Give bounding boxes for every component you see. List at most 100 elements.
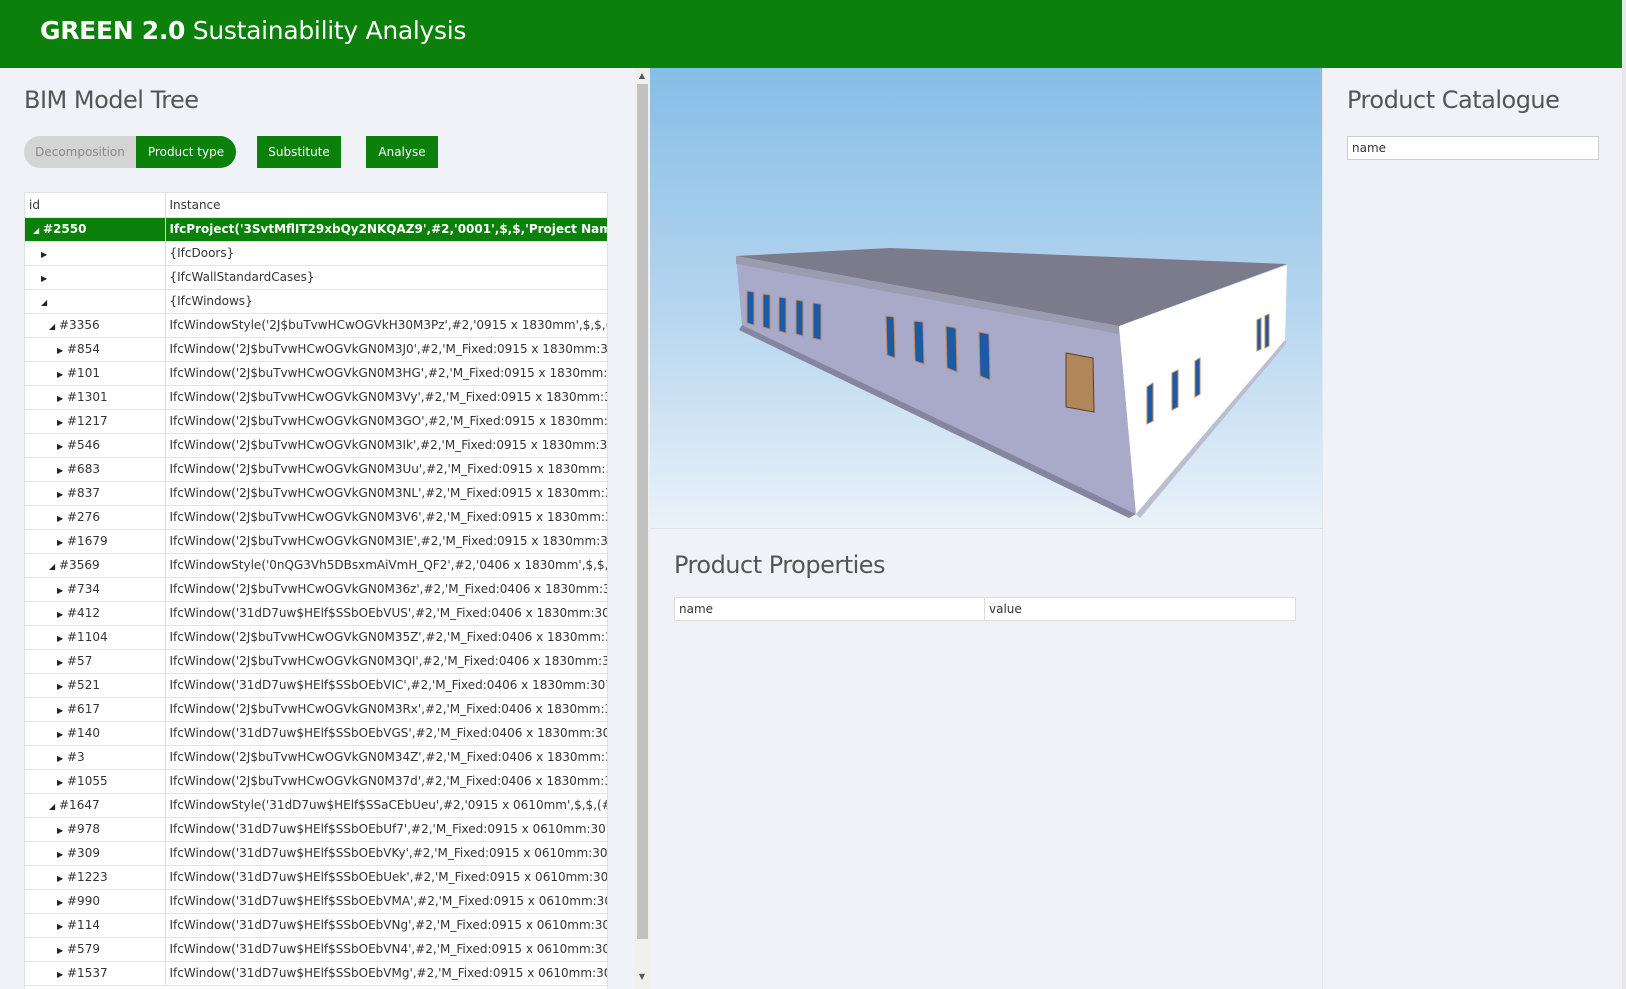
tree-row-id: #1647 xyxy=(59,798,100,812)
triangle-right-icon[interactable]: ▶ xyxy=(57,466,67,475)
triangle-right-icon[interactable]: ▶ xyxy=(57,418,67,427)
brand-name: GREEN 2.0 xyxy=(40,16,186,45)
tree-row-id-cell: ▶ #734 xyxy=(25,577,166,602)
tree-row-instance: IfcProject('3SvtMflIT29xbQy2NKQAZ9',#2,'… xyxy=(165,217,607,242)
tree-row-id-cell: ▶ #1104 xyxy=(25,625,166,650)
tree-row[interactable]: ▶ #990 IfcWindow('31dD7uw$HElf$SSbOEbVMA',… xyxy=(25,889,607,914)
triangle-right-icon[interactable]: ▶ xyxy=(57,538,67,547)
triangle-right-icon[interactable]: ▶ xyxy=(57,898,67,907)
tree-row[interactable]: ▶ #57 IfcWindow('2J$buTvwHCwOGVkGN0M3QI',#… xyxy=(25,649,607,674)
scroll-down-icon[interactable]: ▼ xyxy=(637,972,647,981)
tree-row[interactable]: ▶ {IfcDoors} xyxy=(25,241,607,266)
catalogue-name-field[interactable]: name xyxy=(1347,136,1599,160)
tree-row[interactable]: ◢ #3356 IfcWindowStyle('2J$buTvwHCwOGVkH30… xyxy=(25,313,607,338)
tree-row-id: #683 xyxy=(67,462,100,476)
triangle-right-icon[interactable]: ▶ xyxy=(57,346,67,355)
tree-scrollbar[interactable]: ▲ ▼ xyxy=(634,68,650,989)
tree-row[interactable]: ▶ #412 IfcWindow('31dD7uw$HElf$SSbOEbVUS',… xyxy=(25,601,607,626)
triangle-right-icon[interactable]: ▶ xyxy=(57,706,67,715)
triangle-right-icon[interactable]: ▶ xyxy=(57,730,67,739)
tree-row[interactable]: ▶ #1301 IfcWindow('2J$buTvwHCwOGVkGN0M3Vy'… xyxy=(25,385,607,410)
tree-row[interactable]: ▶ #734 IfcWindow('2J$buTvwHCwOGVkGN0M36z',… xyxy=(25,577,607,602)
tree-row[interactable]: ▶ #854 IfcWindow('2J$buTvwHCwOGVkGN0M3J0',… xyxy=(25,337,607,362)
tree-row[interactable]: ▶ #3 IfcWindow('2J$buTvwHCwOGVkGN0M34Z',#2… xyxy=(25,745,607,770)
tree-row[interactable]: ▶ #978 IfcWindow('31dD7uw$HElf$SSbOEbUf7',… xyxy=(25,817,607,842)
triangle-down-icon[interactable]: ◢ xyxy=(49,802,59,811)
triangle-right-icon[interactable]: ▶ xyxy=(57,490,67,499)
tree-row-id-cell: ▶ #114 xyxy=(25,913,166,938)
triangle-right-icon[interactable]: ▶ xyxy=(57,970,67,979)
triangle-right-icon[interactable]: ▶ xyxy=(57,634,67,643)
triangle-right-icon[interactable]: ▶ xyxy=(57,370,67,379)
triangle-down-icon[interactable]: ◢ xyxy=(33,226,43,235)
triangle-right-icon[interactable]: ▶ xyxy=(57,850,67,859)
tree-row[interactable]: ▶ #617 IfcWindow('2J$buTvwHCwOGVkGN0M3Rx',… xyxy=(25,697,607,722)
tree-row[interactable]: ◢ #1647 IfcWindowStyle('31dD7uw$HElf$SSaCE… xyxy=(25,793,607,818)
tree-row-instance: IfcWindow('31dD7uw$HElf$SSbOEbVGS',#2,'M… xyxy=(165,721,607,746)
triangle-right-icon[interactable]: ▶ xyxy=(57,442,67,451)
triangle-right-icon[interactable]: ▶ xyxy=(57,754,67,763)
triangle-down-icon[interactable]: ◢ xyxy=(49,562,59,571)
triangle-right-icon[interactable]: ▶ xyxy=(57,610,67,619)
table-header: id Instance xyxy=(25,193,607,218)
tree-row-id-cell: ▶ #837 xyxy=(25,481,166,506)
triangle-right-icon[interactable]: ▶ xyxy=(57,514,67,523)
tree-row-instance: IfcWindow('2J$buTvwHCwOGVkGN0M35Z',#2,'M… xyxy=(165,625,607,650)
triangle-right-icon[interactable]: ▶ xyxy=(57,586,67,595)
app-header: GREEN 2.0 Sustainability Analysis xyxy=(0,0,1622,68)
triangle-down-icon[interactable]: ◢ xyxy=(49,322,59,331)
tree-row-instance: IfcWindow('2J$buTvwHCwOGVkGN0M3V6',#2,'M… xyxy=(165,505,607,530)
triangle-right-icon[interactable]: ▶ xyxy=(41,250,51,259)
tree-row[interactable]: ▶ #837 IfcWindow('2J$buTvwHCwOGVkGN0M3NL',… xyxy=(25,481,607,506)
tree-row-id-cell: ▶ #276 xyxy=(25,505,166,530)
triangle-right-icon[interactable]: ▶ xyxy=(41,274,51,283)
tree-row-id: #101 xyxy=(67,366,100,380)
tree-row-instance: {IfcDoors} xyxy=(165,241,607,266)
tree-row-instance: IfcWindow('31dD7uw$HElf$SSbOEbVNg',#2,'M… xyxy=(165,913,607,938)
tree-row-id-cell: ◢ #2550 xyxy=(25,217,166,242)
scroll-up-icon[interactable]: ▲ xyxy=(637,71,647,80)
analyse-button[interactable]: Analyse xyxy=(366,136,438,168)
tree-row-id-cell: ▶ xyxy=(25,241,166,266)
tree-row[interactable]: ▶ #1055 IfcWindow('2J$buTvwHCwOGVkGN0M37d'… xyxy=(25,769,607,794)
tree-row[interactable]: ▶ #114 IfcWindow('31dD7uw$HElf$SSbOEbVNg',… xyxy=(25,913,607,938)
tree-row[interactable]: ▶ #1679 IfcWindow('2J$buTvwHCwOGVkGN0M3IE'… xyxy=(25,529,607,554)
tree-row[interactable]: ▶ #309 IfcWindow('31dD7uw$HElf$SSbOEbVKy',… xyxy=(25,841,607,866)
tree-row[interactable]: ▶ #1223 IfcWindow('31dD7uw$HElf$SSbOEbUek'… xyxy=(25,865,607,890)
tree-row-instance: IfcWindow('31dD7uw$HElf$SSbOEbVKy',#2,'M… xyxy=(165,841,607,866)
tree-row[interactable]: ▶ #579 IfcWindow('31dD7uw$HElf$SSbOEbVN4',… xyxy=(25,937,607,962)
triangle-right-icon[interactable]: ▶ xyxy=(57,874,67,883)
tree-row[interactable]: ▶ #683 IfcWindow('2J$buTvwHCwOGVkGN0M3Uu',… xyxy=(25,457,607,482)
triangle-right-icon[interactable]: ▶ xyxy=(57,922,67,931)
scroll-thumb[interactable] xyxy=(637,84,648,939)
tree-row[interactable]: ◢ #2550 IfcProject('3SvtMflIT29xbQy2NKQAZ9… xyxy=(25,217,607,242)
triangle-right-icon[interactable]: ▶ xyxy=(57,826,67,835)
tree-row[interactable]: ▶ #101 IfcWindow('2J$buTvwHCwOGVkGN0M3HG',… xyxy=(25,361,607,386)
panel-title: Product Catalogue xyxy=(1347,86,1560,114)
tree-row[interactable]: ▶ #1104 IfcWindow('2J$buTvwHCwOGVkGN0M35Z'… xyxy=(25,625,607,650)
triangle-right-icon[interactable]: ▶ xyxy=(57,682,67,691)
tree-row-id: #521 xyxy=(67,678,100,692)
tree-row-id-cell: ◢ #1647 xyxy=(25,793,166,818)
triangle-right-icon[interactable]: ▶ xyxy=(57,394,67,403)
3d-model-viewer[interactable] xyxy=(650,68,1322,528)
tree-row[interactable]: ▶ {IfcWallStandardCases} xyxy=(25,265,607,290)
triangle-down-icon[interactable]: ◢ xyxy=(41,298,51,307)
decomposition-button[interactable]: Decomposition xyxy=(24,136,136,168)
building-model[interactable] xyxy=(650,68,1322,528)
tree-row[interactable]: ▶ #1217 IfcWindow('2J$buTvwHCwOGVkGN0M3GO'… xyxy=(25,409,607,434)
tree-row[interactable]: ▶ #1537 IfcWindow('31dD7uw$HElf$SSbOEbVMg'… xyxy=(25,961,607,986)
tree-row[interactable]: ▶ #140 IfcWindow('31dD7uw$HElf$SSbOEbVGS',… xyxy=(25,721,607,746)
product-type-button[interactable]: Product type xyxy=(136,136,236,168)
triangle-right-icon[interactable]: ▶ xyxy=(57,778,67,787)
tree-row[interactable]: ▶ #276 IfcWindow('2J$buTvwHCwOGVkGN0M3V6',… xyxy=(25,505,607,530)
tree-row[interactable]: ◢ {IfcWindows} xyxy=(25,289,607,314)
tree-row[interactable]: ◢ #3569 IfcWindowStyle('0nQG3Vh5DBsxmAiVmH… xyxy=(25,553,607,578)
tree-row-id-cell: ◢ #3356 xyxy=(25,313,166,338)
triangle-right-icon[interactable]: ▶ xyxy=(57,946,67,955)
tree-row[interactable]: ▶ #546 IfcWindow('2J$buTvwHCwOGVkGN0M3Ik',… xyxy=(25,433,607,458)
triangle-right-icon[interactable]: ▶ xyxy=(57,658,67,667)
tree-row-id-cell: ▶ xyxy=(25,265,166,290)
tree-row[interactable]: ▶ #521 IfcWindow('31dD7uw$HElf$SSbOEbVIC',… xyxy=(25,673,607,698)
substitute-button[interactable]: Substitute xyxy=(257,136,341,168)
